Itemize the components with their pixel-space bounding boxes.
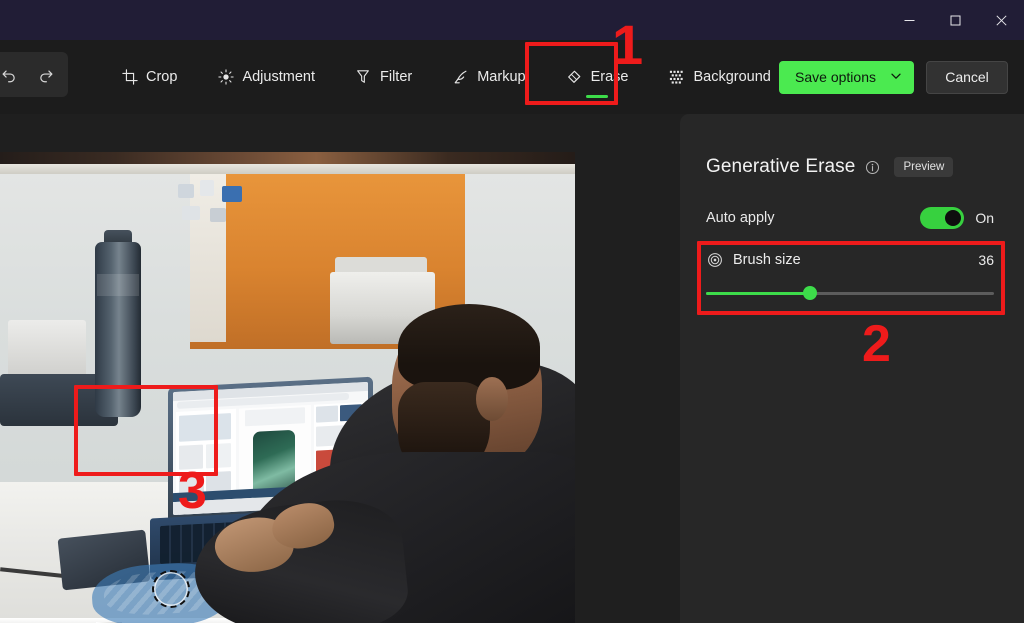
editor-toolbar: Crop Adjustment Filter Markup Erase Back… (0, 40, 1024, 114)
tool-background[interactable]: Background (655, 55, 783, 99)
close-icon (995, 14, 1007, 26)
edited-photo[interactable] (0, 152, 575, 623)
tool-crop[interactable]: Crop (108, 55, 190, 99)
tool-adjustment-label: Adjustment (242, 69, 315, 85)
photo-machine (8, 320, 86, 378)
save-options-button[interactable]: Save options (779, 60, 914, 94)
preview-badge: Preview (894, 157, 954, 177)
brush-cursor (152, 570, 190, 608)
photo-person-ear (476, 377, 508, 421)
brush-size-row: Brush size 36 (706, 251, 994, 268)
minimize-button[interactable] (886, 0, 932, 40)
tool-adjustment[interactable]: Adjustment (204, 55, 328, 99)
redo-button[interactable] (34, 64, 56, 86)
brush-size-block: Brush size 36 (706, 251, 994, 300)
undo-button[interactable] (0, 64, 20, 86)
slider-thumb[interactable] (802, 286, 817, 300)
auto-apply-state: On (975, 210, 994, 226)
photo-wall-notes (170, 178, 290, 248)
maximize-button[interactable] (932, 0, 978, 40)
photos-editor-window: Crop Adjustment Filter Markup Erase Back… (0, 0, 1024, 623)
maximize-icon (950, 15, 960, 25)
save-options-label: Save options (795, 69, 876, 85)
tool-crop-label: Crop (146, 69, 178, 85)
redo-icon (39, 70, 52, 83)
photo-person-hair (398, 304, 540, 390)
filter-icon (355, 69, 372, 86)
auto-apply-row: Auto apply On (706, 207, 994, 229)
undo-icon (2, 70, 15, 83)
history-button-group (0, 52, 68, 97)
photo-water-bottle (95, 242, 141, 417)
cancel-button[interactable]: Cancel (926, 60, 1008, 94)
erase-settings-panel: Generative Erase Preview Auto apply On B… (680, 114, 1024, 623)
brush-size-slider[interactable] (706, 286, 994, 300)
title-bar (0, 0, 1024, 40)
brightness-icon (217, 69, 234, 86)
title-bar-drag-region[interactable] (0, 0, 886, 40)
auto-apply-toggle[interactable] (920, 207, 965, 229)
tool-markup-label: Markup (477, 69, 526, 85)
tool-erase[interactable]: Erase (553, 55, 642, 99)
panel-title: Generative Erase (706, 156, 856, 177)
crop-icon (121, 69, 138, 86)
tool-tabs: Crop Adjustment Filter Markup Erase Back… (108, 40, 798, 114)
minimize-icon (904, 19, 914, 21)
tool-erase-label: Erase (590, 69, 629, 85)
panel-header: Generative Erase Preview (706, 156, 994, 178)
toggle-knob (945, 210, 962, 226)
active-tool-indicator (586, 95, 609, 98)
brush-size-icon (706, 251, 723, 268)
auto-apply-control: On (920, 207, 994, 229)
auto-apply-label: Auto apply (706, 210, 775, 226)
photo-bottle-label (97, 274, 139, 296)
toolbar-actions: Save options Cancel (779, 40, 1008, 114)
tool-background-label: Background (693, 69, 771, 85)
close-button[interactable] (978, 0, 1024, 40)
eraser-icon (566, 69, 583, 86)
brush-size-value: 36 (978, 251, 994, 268)
tool-markup[interactable]: Markup (439, 55, 538, 99)
image-canvas-area[interactable] (0, 114, 680, 623)
background-icon (668, 69, 685, 86)
slider-fill (706, 292, 810, 295)
chevron-down-icon (890, 69, 902, 85)
tool-filter-label: Filter (379, 69, 413, 85)
brush-size-label: Brush size (733, 251, 801, 268)
info-icon[interactable] (865, 160, 880, 175)
pen-icon (452, 69, 469, 86)
tool-filter[interactable]: Filter (342, 55, 425, 99)
